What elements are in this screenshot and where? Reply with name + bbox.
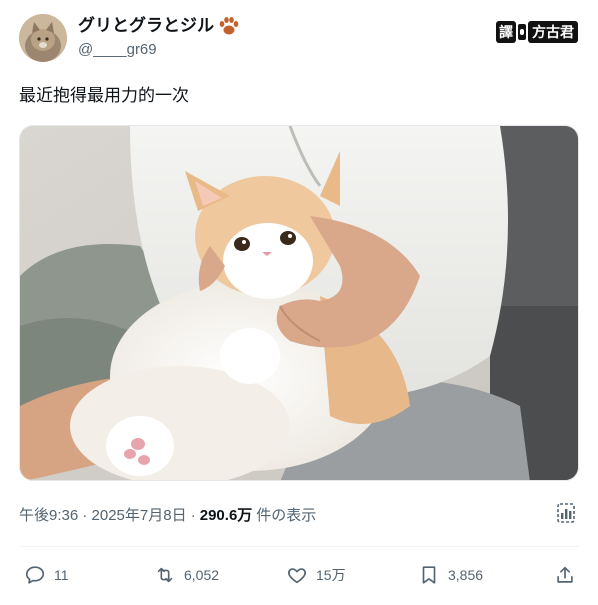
watermark-badge: 譯 方古君 [496,20,578,44]
reply-count: 11 [54,567,69,583]
retweet-count: 6,052 [184,567,220,583]
tweet-photo[interactable] [19,125,579,481]
reply-icon [25,566,45,584]
divider [19,546,579,547]
watermark-part-a: 譯 [496,21,516,43]
view-count: 290.6万 [199,507,253,524]
tweet-header: グリとグラとジル @____gr69 譯 方古君 [19,14,578,66]
reply-button[interactable]: 11 [24,564,69,586]
bookmark-icon [422,566,436,584]
avatar[interactable] [19,14,67,62]
paw-icon [218,16,240,36]
handle[interactable]: @____gr69 [78,39,240,61]
like-count: 15万 [316,567,346,583]
watermark-part-b: 方古君 [528,21,578,43]
tweet-meta: 午後9:36 · 2025年7月8日 · 290.6万 件の表示 [19,504,316,525]
display-name[interactable]: グリとグラとジル [78,15,214,37]
timestamp[interactable]: 午後9:36 · 2025年7月8日 · [19,504,196,525]
watermark-dot [518,24,526,40]
retweet-button[interactable]: 6,052 [154,564,219,586]
retweet-icon [157,567,173,583]
tweet-text: 最近抱得最用力的一次 [19,86,189,105]
share-icon [557,566,573,583]
analytics-icon[interactable] [556,502,576,524]
action-bar: 11 6,052 15万 3,856 [24,564,576,588]
like-icon [288,568,306,584]
bookmark-count: 3,856 [448,567,484,583]
view-count-label: 件の表示 [256,507,317,524]
bookmark-button[interactable]: 3,856 [418,564,483,586]
share-button[interactable] [554,564,576,586]
like-button[interactable]: 15万 [286,564,346,586]
